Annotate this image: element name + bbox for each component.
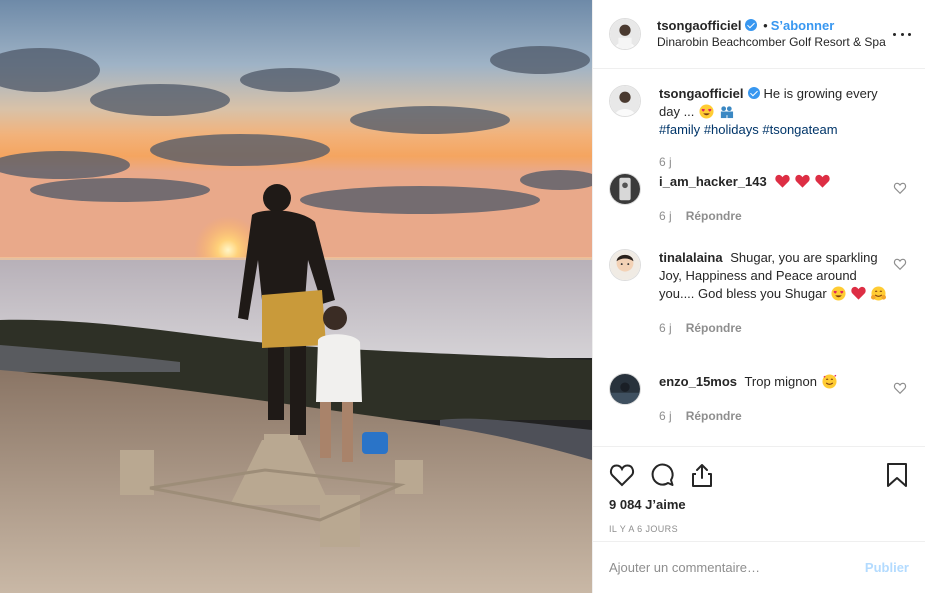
- post-actions: 9 084 J’aime IL Y A 6 JOURS: [593, 446, 925, 541]
- comment-username[interactable]: tinalalaina: [659, 250, 723, 265]
- comment-meta: 6 j Répondre: [659, 207, 889, 223]
- red-heart-emoji-icon: [775, 174, 790, 188]
- family-emoji-icon: [720, 106, 733, 119]
- comment-age[interactable]: 6 j: [659, 321, 672, 335]
- comment-item: enzo_15mos Trop mignon 6 j Répondre: [609, 373, 909, 437]
- publish-button[interactable]: Publier: [865, 560, 909, 575]
- comment-meta: 6 j Répondre: [659, 407, 889, 423]
- red-heart-emoji-icon: [851, 286, 866, 300]
- bookmark-icon[interactable]: [885, 462, 909, 488]
- beach-sunset-photo: [0, 0, 592, 593]
- verified-badge-icon: [747, 87, 760, 99]
- post-timestamp[interactable]: IL Y A 6 JOURS: [609, 524, 909, 534]
- comment-age[interactable]: 6 j: [659, 409, 672, 423]
- comment-meta: 6 j Répondre: [659, 319, 889, 335]
- comment-username[interactable]: i_am_hacker_143: [659, 174, 767, 189]
- red-heart-emoji-icon: [814, 174, 830, 188]
- post-photo[interactable]: [0, 0, 592, 593]
- reply-button[interactable]: Répondre: [686, 209, 742, 223]
- post-dialog: tsongaofficiel • S’abonner Dinarobin Beac…: [0, 0, 925, 593]
- comment-username[interactable]: enzo_15mos: [659, 374, 737, 389]
- comment-icon[interactable]: [649, 462, 675, 488]
- post-header: tsongaofficiel • S’abonner Dinarobin Beac…: [593, 0, 925, 69]
- commenter-avatar[interactable]: [609, 173, 641, 205]
- verified-badge-icon: [744, 19, 757, 31]
- red-heart-emoji-icon: [795, 174, 810, 188]
- follow-button[interactable]: S’abonner: [771, 18, 835, 33]
- comment-item: tinalalaina Shugar, you are sparkling Jo…: [609, 249, 909, 373]
- caption-age-row: 6 j: [659, 153, 889, 169]
- comment-like-icon[interactable]: [893, 181, 907, 195]
- comments-list[interactable]: tsongaofficiel He is growing every day ..…: [593, 69, 925, 446]
- comment-like-icon[interactable]: [893, 257, 907, 271]
- hugging-emoji-icon: [870, 286, 886, 301]
- hashtag-link[interactable]: #family: [659, 122, 700, 137]
- author-username[interactable]: tsongaofficiel: [657, 18, 742, 33]
- caption-username[interactable]: tsongaofficiel: [659, 86, 744, 101]
- caption-age[interactable]: 6 j: [659, 155, 672, 169]
- author-avatar[interactable]: [609, 18, 641, 50]
- comment-like-icon[interactable]: [893, 381, 907, 395]
- likes-count[interactable]: 9 084 J’aime: [609, 497, 909, 512]
- heart-eyes-emoji-icon: [699, 104, 714, 119]
- heart-eyes-emoji-icon: [831, 286, 846, 301]
- separator-dot: •: [763, 18, 768, 33]
- post-sidebar: tsongaofficiel • S’abonner Dinarobin Beac…: [592, 0, 925, 593]
- reply-button[interactable]: Répondre: [686, 321, 742, 335]
- hashtag-link[interactable]: #tsongateam: [762, 122, 837, 137]
- share-icon[interactable]: [689, 462, 715, 488]
- commenter-avatar[interactable]: [609, 373, 641, 405]
- post-caption: tsongaofficiel He is growing every day ..…: [609, 85, 909, 173]
- comment-item: i_am_hacker_143 6 j Répondre: [609, 173, 909, 249]
- reply-button[interactable]: Répondre: [686, 409, 742, 423]
- add-comment-input[interactable]: [609, 560, 865, 575]
- more-options-icon[interactable]: [893, 25, 911, 43]
- author-avatar[interactable]: [609, 85, 641, 117]
- hashtag-link[interactable]: #holidays: [704, 122, 759, 137]
- caption-hashtags: #family #holidays #tsongateam: [659, 121, 889, 139]
- commenter-avatar[interactable]: [609, 249, 641, 281]
- add-comment-bar: Publier: [593, 541, 925, 593]
- heart-outline-icon[interactable]: [609, 462, 635, 488]
- comment-text: Trop mignon: [744, 374, 817, 389]
- smiling-hearts-emoji-icon: [822, 374, 837, 389]
- action-icons: [609, 455, 909, 495]
- post-location[interactable]: Dinarobin Beachcomber Golf Resort & Spa: [657, 34, 886, 51]
- comment-age[interactable]: 6 j: [659, 209, 672, 223]
